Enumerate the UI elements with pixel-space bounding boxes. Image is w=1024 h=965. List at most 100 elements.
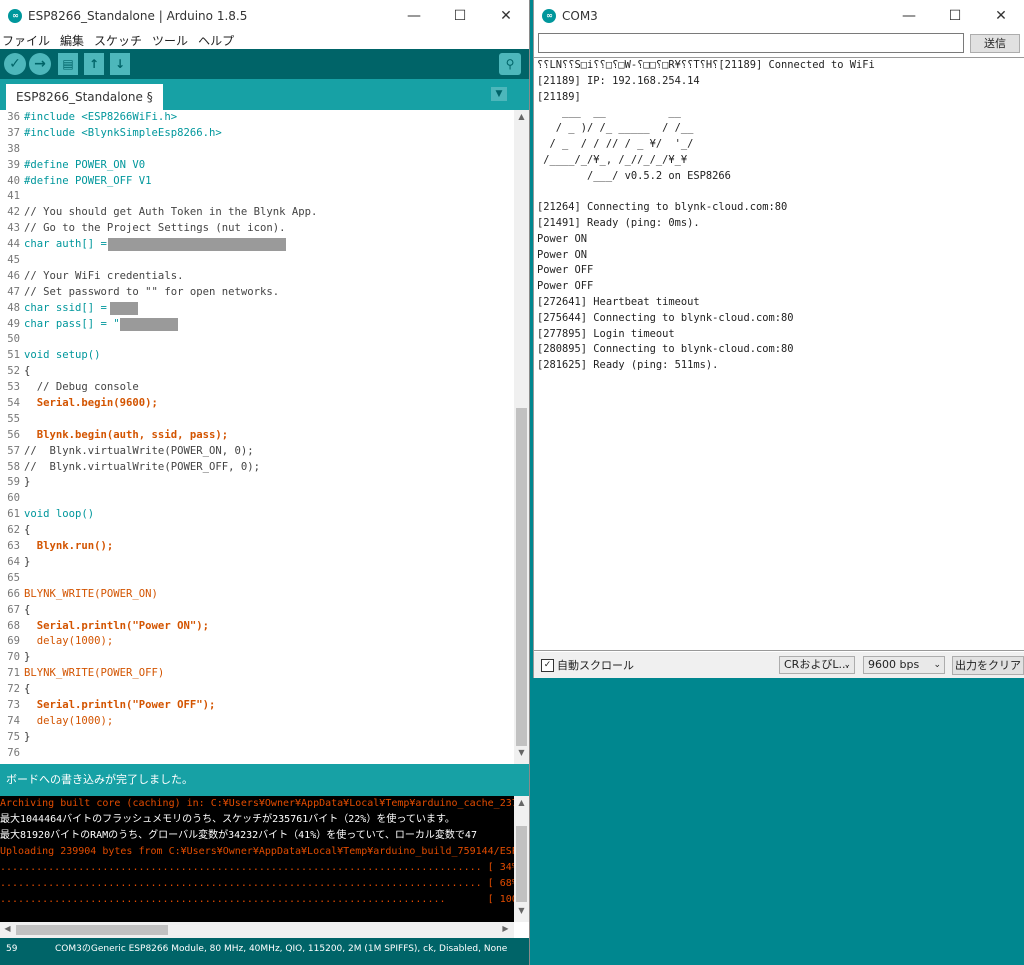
line-number: 58	[7, 460, 20, 473]
monitor-titlebar[interactable]: ∞ COM3 — ☐ ✕	[534, 0, 1024, 31]
line-number: 38	[7, 142, 20, 155]
save-sketch-icon[interactable]: ↓	[110, 53, 130, 75]
menu-file[interactable]: ファイル	[2, 32, 50, 49]
code-text: {	[24, 524, 31, 537]
close-button[interactable]: ✕	[978, 0, 1024, 31]
menu-edit[interactable]: 編集	[60, 32, 84, 49]
line-number: 48	[7, 301, 20, 314]
open-sketch-icon[interactable]: ↑	[84, 53, 104, 75]
line-number: 70	[7, 651, 20, 664]
editor-scroll-thumb[interactable]	[516, 408, 527, 746]
console-vscrollbar[interactable]: ▲ ▼	[514, 796, 529, 922]
serial-output-line: [21491] Ready (ping: 0ms).	[537, 216, 700, 229]
send-button[interactable]: 送信	[970, 34, 1020, 53]
line-number: 55	[7, 412, 20, 425]
console-scroll-down-icon[interactable]: ▼	[514, 906, 529, 915]
monitor-footer: ✓ 自動スクロール CRおよびL... ⌄ 9600 bps ⌄ 出力をクリア	[534, 652, 1024, 678]
serial-output-line: / _ )/ /_ _____ / /__	[537, 122, 694, 135]
console-hscroll-thumb[interactable]	[16, 925, 168, 935]
arduino-logo-icon: ∞	[8, 8, 22, 23]
scroll-down-arrow-icon[interactable]: ▼	[514, 748, 529, 757]
line-number: 74	[7, 714, 20, 727]
ide-toolbar: ✓ → ▤ ↑ ↓ ⚲	[0, 49, 529, 79]
line-number: 73	[7, 698, 20, 711]
upload-icon[interactable]: →	[29, 53, 51, 75]
line-number: 67	[7, 603, 20, 616]
line-number: 76	[7, 746, 20, 759]
line-number: 62	[7, 524, 20, 537]
code-line: 43 // Go to the Project Settings (nut ico…	[0, 221, 514, 237]
serial-output-line: [272641] Heartbeat timeout	[537, 295, 700, 308]
code-line: 42 // You should get Auth Token in the Bl…	[0, 205, 514, 221]
code-line: 44 char auth[] = "";	[0, 237, 514, 253]
scroll-up-arrow-icon[interactable]: ▲	[514, 112, 529, 121]
code-line: 52 {	[0, 364, 514, 380]
serial-output-line: ___ __ __	[537, 106, 681, 119]
code-text: delay(1000);	[24, 714, 114, 727]
serial-output-line: [275644] Connecting to blynk-cloud.com:8…	[537, 311, 794, 324]
serial-output-line: [21264] Connecting to blynk-cloud.com:80	[537, 201, 788, 214]
menu-help[interactable]: ヘルプ	[198, 32, 234, 49]
console-vscroll-thumb[interactable]	[516, 826, 527, 902]
autoscroll-checkbox[interactable]: ✓	[541, 658, 554, 672]
maximize-button[interactable]: ☐	[437, 0, 483, 31]
menu-sketch[interactable]: スケッチ	[94, 32, 142, 49]
code-line: 41	[0, 189, 514, 205]
tab-menu-dropdown-icon[interactable]: ▼	[491, 87, 507, 101]
code-line: 51 void setup()	[0, 348, 514, 364]
console-line: Uploading 239904 bytes from C:¥Users¥Own…	[0, 846, 514, 857]
close-button[interactable]: ✕	[483, 0, 529, 31]
arduino-logo-icon: ∞	[542, 8, 556, 23]
code-text: }	[24, 651, 31, 664]
line-number: 49	[7, 317, 20, 330]
code-line: 59}	[0, 475, 514, 491]
line-number: 59	[7, 476, 20, 489]
line-number: 46	[7, 269, 20, 282]
verify-icon[interactable]: ✓	[4, 53, 26, 75]
line-number: 45	[7, 254, 20, 267]
code-line: 69 delay(1000);	[0, 634, 514, 650]
line-ending-value: CRおよびL...	[784, 658, 849, 671]
clear-output-button[interactable]: 出力をクリア	[952, 656, 1024, 675]
maximize-button[interactable]: ☐	[932, 0, 978, 31]
console-scroll-left-icon[interactable]: ◀	[0, 924, 15, 933]
editor-scrollbar[interactable]: ▲ ▼	[514, 110, 529, 764]
console-hscrollbar[interactable]: ◀ ▶	[0, 922, 514, 938]
sketch-tabbar: ESP8266_Standalone § ▼	[0, 79, 529, 110]
serial-send-input[interactable]	[538, 33, 964, 53]
line-number: 52	[7, 365, 20, 378]
serial-output-line: [280895] Connecting to blynk-cloud.com:8…	[537, 343, 794, 356]
minimize-button[interactable]: —	[886, 0, 932, 31]
code-editor[interactable]: 36 #include <ESP8266WiFi.h> 37 #include <Bl…	[0, 110, 514, 764]
code-text: // You should get Auth Token in the Blyn…	[24, 206, 318, 219]
code-text: Blynk.run();	[24, 540, 114, 553]
code-text: }	[24, 730, 31, 743]
code-line: 64}	[0, 555, 514, 571]
console-scroll-up-icon[interactable]: ▲	[514, 798, 529, 807]
serial-output-line: /____/_/¥_, /_//_/_/¥_¥	[537, 153, 688, 166]
baud-rate-value: 9600 bps	[868, 658, 920, 671]
output-console: Archiving built core (caching) in: C:¥Us…	[0, 796, 514, 922]
console-scroll-right-icon[interactable]: ▶	[498, 924, 513, 933]
serial-monitor-icon[interactable]: ⚲	[499, 53, 521, 75]
code-line: 53 // Debug console	[0, 380, 514, 396]
minimize-button[interactable]: —	[391, 0, 437, 31]
code-text: void loop()	[24, 508, 95, 521]
code-line: 71 BLYNK_WRITE(POWER_OFF)	[0, 666, 514, 682]
line-ending-select[interactable]: CRおよびL... ⌄	[779, 656, 855, 674]
ide-menubar: ファイル 編集 スケッチ ツール ヘルプ	[0, 31, 529, 49]
code-text: #include <BlynkSimpleEsp8266.h>	[24, 126, 222, 139]
tab-esp8266-standalone[interactable]: ESP8266_Standalone §	[6, 84, 163, 110]
serial-output-line	[534, 184, 1024, 200]
code-line: 76	[0, 746, 514, 762]
code-line: 72 {	[0, 682, 514, 698]
code-text: Serial.println("Power OFF");	[24, 698, 216, 711]
code-text: #include <ESP8266WiFi.h>	[24, 111, 178, 123]
menu-tools[interactable]: ツール	[152, 32, 188, 49]
new-sketch-icon[interactable]: ▤	[58, 53, 78, 75]
code-line: 67 {	[0, 603, 514, 619]
baud-rate-select[interactable]: 9600 bps ⌄	[863, 656, 945, 674]
code-line: 55	[0, 412, 514, 428]
ide-titlebar[interactable]: ∞ ESP8266_Standalone | Arduino 1.8.5 — ☐…	[0, 0, 529, 31]
code-text: #define POWER_OFF V1	[24, 174, 152, 187]
